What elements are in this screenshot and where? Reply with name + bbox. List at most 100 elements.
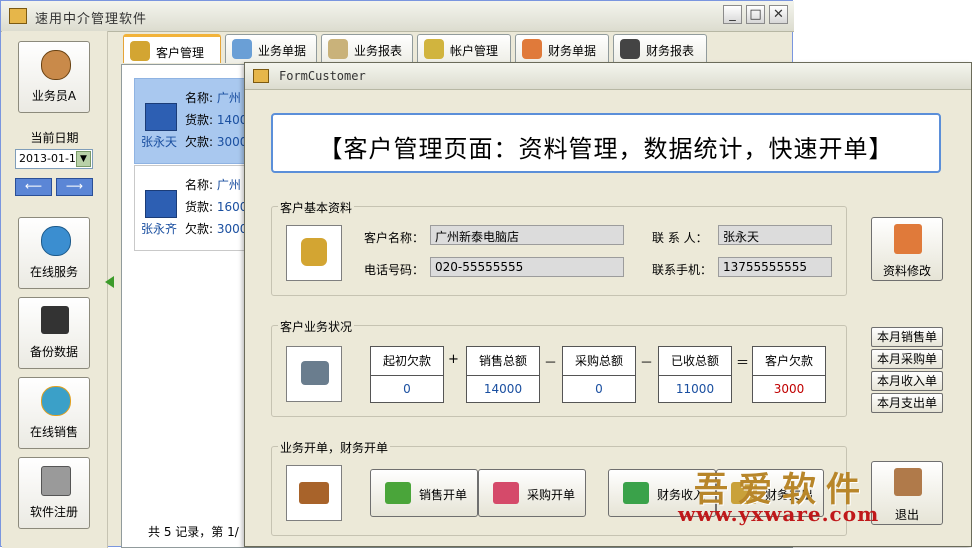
folders-icon [232,39,252,59]
collapse-arrow-icon[interactable] [105,276,114,288]
contact-label: 联 系 人： [652,231,708,245]
online-sales-label: 在线销售 [29,425,78,439]
card-name-value: 广州 [216,178,241,192]
customer-name-label: 客户名称： [364,231,425,245]
edit-profile-label: 资料修改 [882,264,931,278]
basic-info-legend: 客户基本资料 [278,199,355,216]
customer-icon [286,225,342,281]
form-icon [253,69,269,83]
form-title: FormCustomer [279,69,366,83]
arrow-left-icon: ⟵ [24,179,43,193]
minus-sign: － [544,356,558,371]
sales-order-button[interactable]: 销售开单 [370,469,478,517]
tab-finance-docs-label: 财务单据 [548,44,597,58]
backup-data-label: 备份数据 [29,345,78,359]
card-goods-label: 货款: [185,113,214,127]
contact-field[interactable]: 张永天 [718,225,832,245]
tab-customer-label: 客户管理 [156,46,205,60]
date-picker[interactable]: 2013-01-13 ▼ [15,149,93,169]
purchase-order-button[interactable]: 采购开单 [478,469,586,517]
sales-order-icon [385,482,411,504]
phone-field[interactable]: 020-55555555 [430,257,624,277]
next-date-button[interactable]: ⟶ [56,178,93,196]
house-icon [145,103,177,131]
watermark: 吾爱软件 www.yxware.com [678,462,968,532]
purchase-total-value: 0 [562,375,636,403]
tab-customer[interactable]: 客户管理 [123,34,221,63]
user-button[interactable]: 业务员A [18,41,90,113]
close-button[interactable]: ✕ [769,5,788,24]
orders-legend: 业务开单，财务开单 [278,439,391,456]
user-button-label: 业务员A [31,89,77,103]
card-name-value: 广州 [216,91,241,105]
maximize-button[interactable]: □ [746,5,765,24]
edit-profile-button[interactable]: 资料修改 [871,217,943,281]
phone-globe-icon [41,386,71,416]
globe-people-icon [41,226,71,256]
received-total-value: 11000 [658,375,732,403]
register-button[interactable]: 软件注册 [18,457,90,529]
tab-business-docs[interactable]: 业务单据 [225,34,317,63]
backup-data-button[interactable]: 备份数据 [18,297,90,369]
floppy-disk-icon [41,306,69,334]
chevron-down-icon[interactable]: ▼ [76,151,91,167]
card-owe-value: 3000 [216,222,248,236]
tab-finance-report-label: 财务报表 [646,44,695,58]
opening-debt-value: 0 [370,375,444,403]
pencil-icon [894,224,922,254]
purchase-order-icon [493,482,519,504]
online-sales-button[interactable]: 在线销售 [18,377,90,449]
month-purchase-button[interactable]: 本月采购单 [871,349,943,369]
customer-card[interactable]: 名称: 广州 货款: 1600 欠款: 3000 张永齐 [134,165,254,251]
tab-bar: 客户管理 业务单据 业务报表 帐户管理 财务单据 财务报表 [107,31,794,65]
card-owe-label: 欠款: [185,135,214,149]
card-name-label: 名称: [185,91,214,105]
customer-icon [130,41,150,61]
customer-debt-value: 3000 [752,375,826,403]
purchase-total-header: 采购总额 [562,346,636,376]
record-footer: 共 5 记录，第 1/ [148,525,239,539]
card-name-label: 名称: [185,178,214,192]
sales-total-value: 14000 [466,375,540,403]
customer-card[interactable]: 名称: 广州 货款: 1400 欠款: 3000 张永天 [134,78,254,164]
business-status-group: 客户业务状况 起初欠款 0 + 销售总额 14000 － 采购总额 0 － 已收… [271,318,847,417]
banner-text: 【客户管理页面：资料管理，数据统计，快速开单】 [318,135,894,163]
prev-date-button[interactable]: ⟵ [15,178,52,196]
briefcase-icon [286,465,342,521]
received-total-header: 已收总额 [658,346,732,376]
tab-business-docs-label: 业务单据 [258,44,307,58]
tab-account[interactable]: 帐户管理 [417,34,511,63]
arrow-right-icon [623,482,649,504]
month-income-button[interactable]: 本月收入单 [871,371,943,391]
main-title-bar: 速用中介管理软件 _ □ ✕ [1,1,794,32]
month-sales-button[interactable]: 本月销售单 [871,327,943,347]
online-service-label: 在线服务 [29,265,78,279]
arrow-right-icon: ⟶ [65,179,84,193]
lamp-icon [424,39,444,59]
left-panel: 业务员A 当前日期 2013-01-13 ▼ ⟵ ⟶ 在线服务 备份数据 在线销… [2,31,108,548]
tab-finance-docs[interactable]: 财务单据 [515,34,609,63]
tab-business-report-label: 业务报表 [354,44,403,58]
mobile-field[interactable]: 13755555555 [718,257,832,277]
minus-sign: － [640,356,654,371]
basic-info-group: 客户基本资料 客户名称： 广州新泰电脑店 联 系 人： 张永天 电话号码： 02… [271,199,847,296]
customer-debt-header: 客户欠款 [752,346,826,376]
lamp-icon [286,346,342,402]
pencil-icon [522,39,542,59]
equals-sign: ＝ [736,356,750,371]
customer-name-field[interactable]: 广州新泰电脑店 [430,225,624,245]
form-title-bar: FormCustomer [245,63,971,90]
date-label: 当前日期 [30,131,79,145]
tab-business-report[interactable]: 业务报表 [321,34,413,63]
month-expense-button[interactable]: 本月支出单 [871,393,943,413]
mobile-label: 联系手机： [652,263,713,277]
minimize-button[interactable]: _ [723,5,742,24]
house-icon [145,190,177,218]
phone-label: 电话号码： [364,263,425,277]
banner: 【客户管理页面：资料管理，数据统计，快速开单】 [271,113,941,173]
card-contact: 张永齐 [141,222,178,236]
online-service-button[interactable]: 在线服务 [18,217,90,289]
tab-finance-report[interactable]: 财务报表 [613,34,707,63]
date-value: 2013-01-13 [19,152,83,165]
tools-icon [41,466,71,496]
